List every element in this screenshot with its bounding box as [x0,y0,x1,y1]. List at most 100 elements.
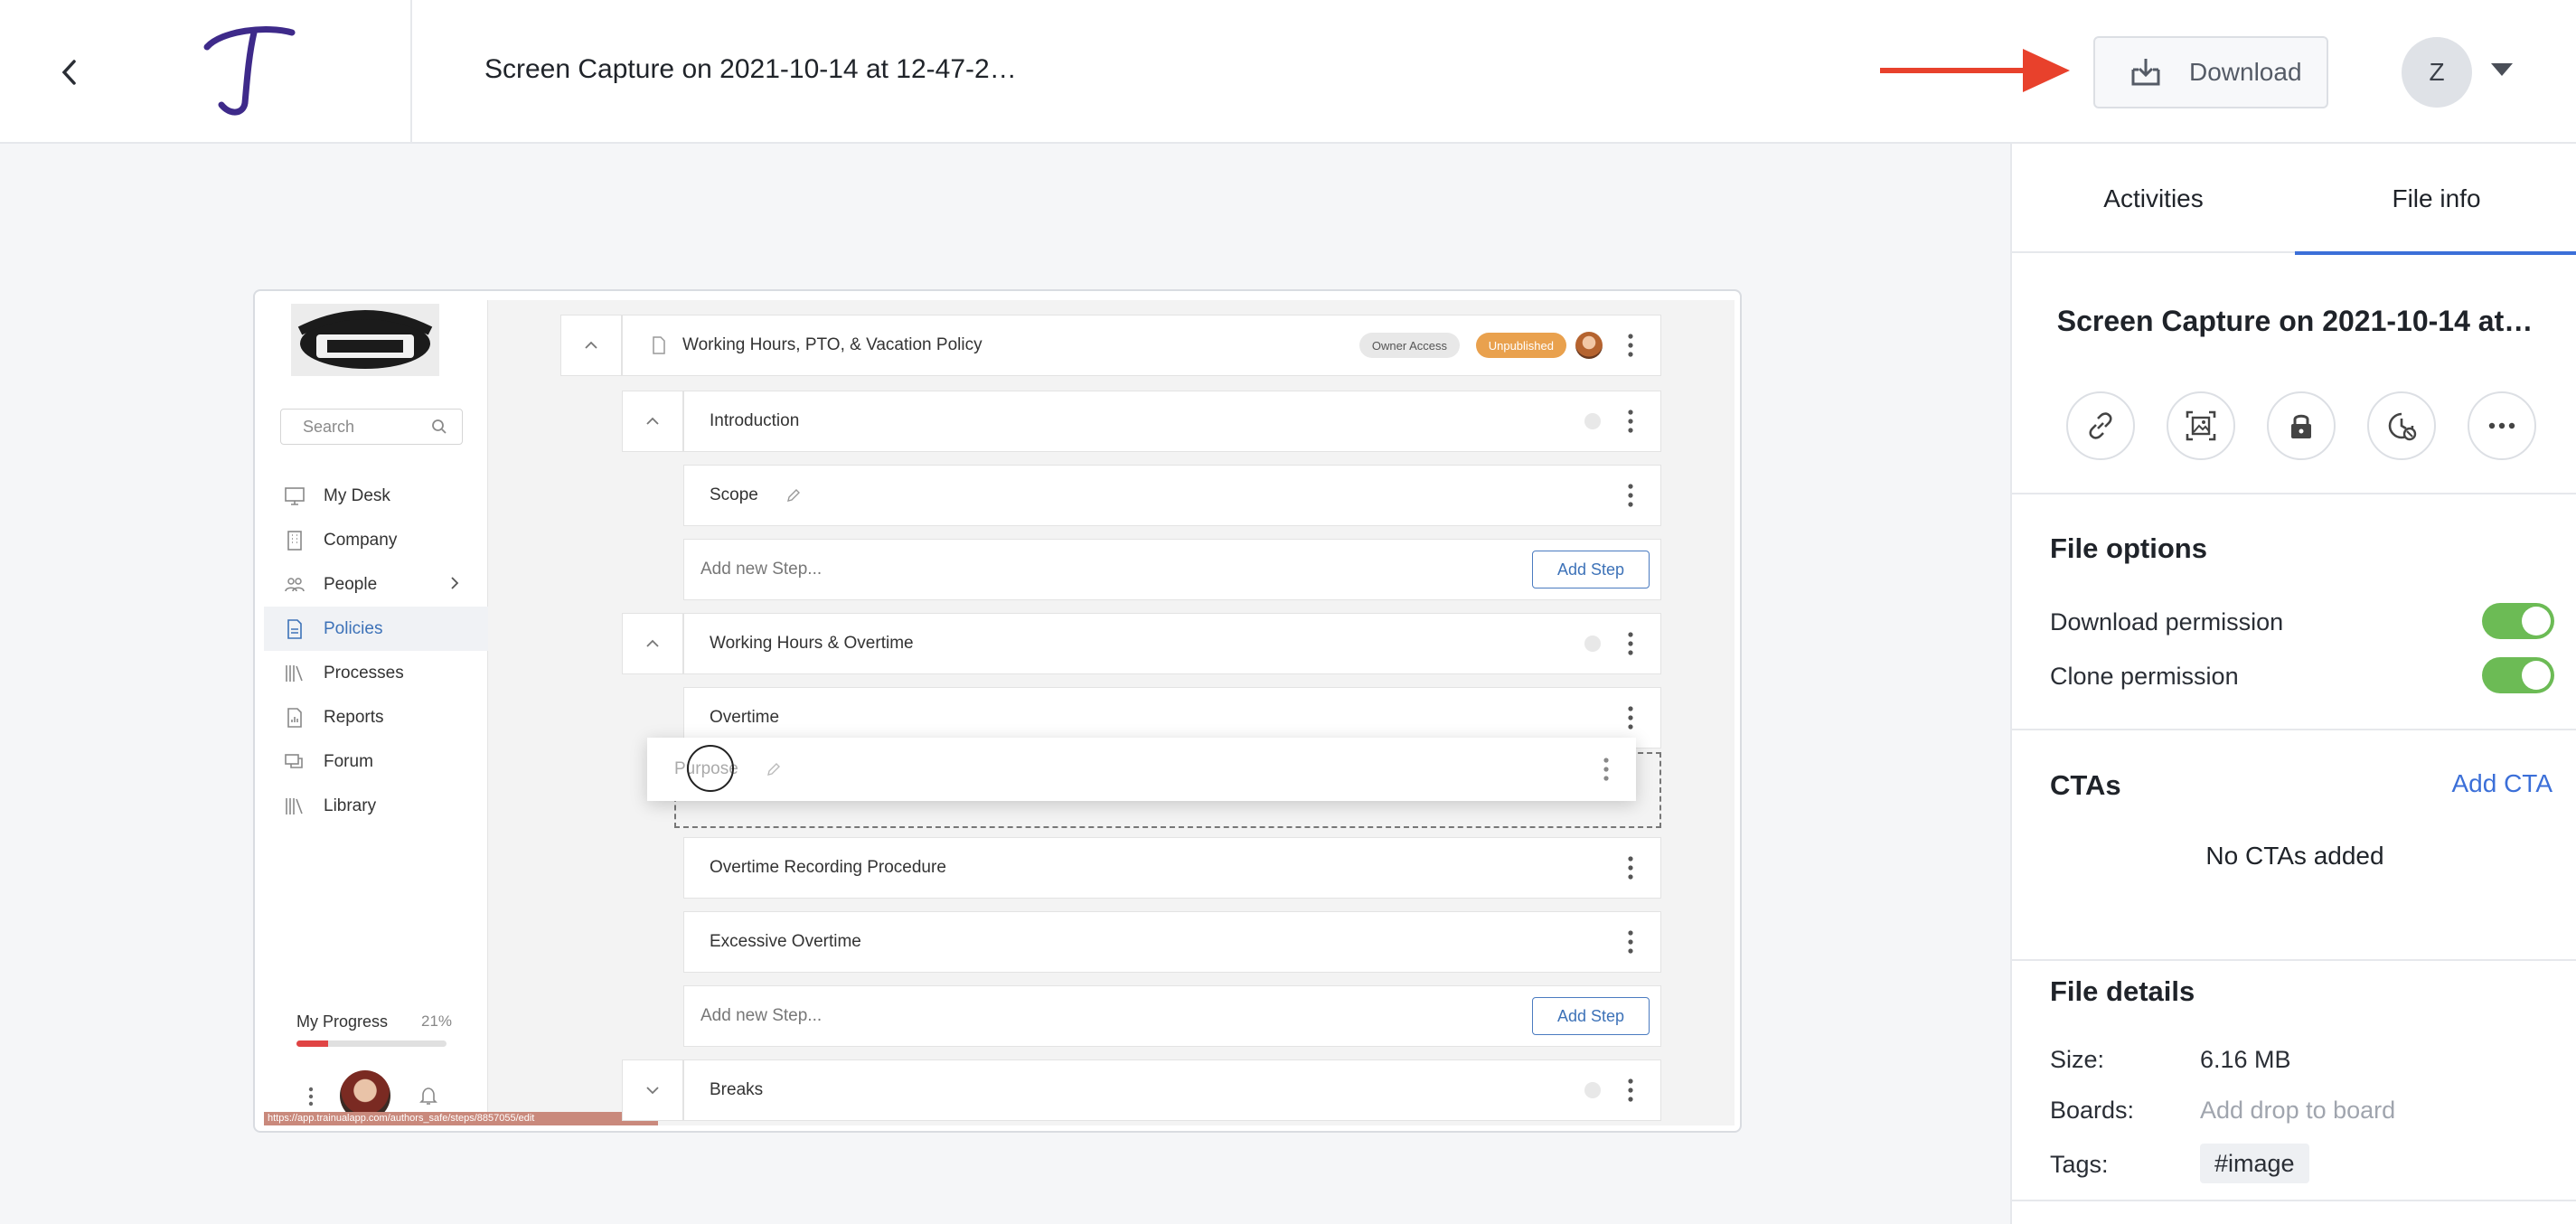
preview-collapse-toggle [560,315,622,376]
preview-step-row: Excessive Overtime [683,911,1661,973]
section-divider [2012,959,2576,961]
preview-section-row: Breaks [683,1059,1661,1121]
user-avatar[interactable]: Z [2402,37,2472,108]
preview-add-step-button: Add Step [1532,551,1650,588]
status-dot [1584,413,1601,429]
report-icon [287,707,302,728]
preview-nav-policies: Policies [264,607,488,651]
back-button[interactable] [47,50,92,95]
preview-step-title: Scope [710,485,758,504]
top-header: Screen Capture on 2021-10-14 at 12-47-2…… [0,0,2576,144]
tags-label: Tags: [2050,1151,2109,1178]
preview-nav-label: Forum [324,751,373,771]
preview-add-step-placeholder: Add new Step... [700,1006,823,1025]
preview-nav-label: Library [324,796,377,815]
copy-link-button[interactable] [2066,391,2135,460]
download-button-label: Download [2189,58,2302,86]
preview-section-title: Breaks [710,1080,764,1099]
preview-nav-reports: Reports [264,695,488,739]
preview-step-row: Scope [683,465,1661,526]
preview-progress-percent: 21% [421,1012,453,1030]
add-cta-link[interactable]: Add CTA [2451,769,2552,798]
file-title: Screen Capture on 2021-10-14 at 12-47-2… [484,54,1017,84]
building-icon [287,530,302,551]
size-value: 6.16 MB [2200,1046,2291,1073]
document-icon [287,618,302,639]
kebab-icon [1628,410,1633,433]
preview-add-step-button: Add Step [1532,997,1650,1035]
download-permission-toggle[interactable] [2482,603,2554,639]
lock-button[interactable] [2267,391,2336,460]
chevron-right-icon [451,577,459,589]
section-divider [2012,1200,2576,1201]
books-icon [286,664,303,682]
central-perk-logo-icon [291,304,439,376]
preview-section-title: Working Hours & Overtime [710,634,914,653]
kebab-icon [1628,930,1633,954]
boards-label: Boards: [2050,1097,2135,1124]
chat-icon [285,753,303,768]
image-frame-icon [2186,410,2216,441]
more-horizontal-icon [2488,422,2515,429]
add-to-board-link[interactable]: Add drop to board [2200,1097,2395,1125]
preview-owner-avatar [1575,332,1603,359]
kebab-icon [1628,632,1633,655]
preview-policy-title: Working Hours, PTO, & Vacation Policy [682,335,982,354]
kebab-icon [1628,706,1633,730]
tag-chip[interactable]: #image [2200,1144,2309,1183]
document-icon [653,336,665,354]
preview-add-step-placeholder: Add new Step... [700,560,823,579]
file-preview: Search My Desk Company People Policies P… [253,289,1742,1133]
preview-step-title: Overtime [710,708,780,727]
kebab-icon [1628,334,1633,357]
download-button[interactable]: Download [2093,36,2328,108]
set-thumbnail-button[interactable] [2167,391,2235,460]
more-options-button[interactable] [2468,391,2536,460]
preview-add-step-row: Add new Step... Add Step [683,539,1661,600]
preview-nav-forum: Forum [264,739,488,784]
preview-collapse-toggle [622,613,683,674]
preview-nav-label: Reports [324,707,384,727]
kebab-icon [1628,484,1633,507]
panel-file-title: Screen Capture on 2021-10-14 at… [2056,305,2534,337]
preview-policy-row: Working Hours, PTO, & Vacation Policy Ow… [622,315,1661,376]
search-icon [432,419,447,434]
tab-activities[interactable]: Activities [2012,144,2295,253]
file-details-title: File details [2050,975,2195,1007]
caret-down-icon[interactable] [2491,63,2513,76]
preview-step-row: Overtime Recording Procedure [683,837,1661,899]
preview-section-row: Introduction [683,391,1661,452]
size-label: Size: [2050,1046,2105,1073]
expiry-button[interactable] [2367,391,2436,460]
preview-search-input: Search [280,409,463,445]
preview-collapse-toggle [622,391,683,452]
panel-tabs: Activities File info [2012,144,2576,255]
preview-nav-label: My Desk [324,485,390,505]
tab-file-info[interactable]: File info [2295,144,2576,255]
preview-progress-bar [296,1040,447,1047]
ctas-title: CTAs [2050,769,2121,801]
preview-add-step-row: Add new Step... Add Step [683,985,1661,1047]
chevron-left-icon [61,60,76,85]
red-arrow-annotation [1880,49,2070,92]
clone-permission-label: Clone permission [2050,663,2239,690]
preview-nav-company: Company [264,518,488,562]
preview-nav-people: People [264,562,488,607]
clock-expire-icon [2388,412,2417,441]
preview-section-title: Introduction [710,411,800,430]
no-ctas-message: No CTAs added [2205,842,2384,870]
owner-access-badge: Owner Access [1359,333,1460,358]
preview-status-url: https://app.trainualapp.com/authors_safe… [264,1112,658,1125]
chevron-up-icon [646,639,659,647]
status-dot [1584,1082,1601,1098]
monitor-icon [285,486,305,505]
preview-nav-label: Processes [324,663,404,683]
trainual-logo-icon [203,26,296,116]
clone-permission-toggle[interactable] [2482,657,2554,693]
preview-nav-processes: Processes [264,651,488,695]
preview-nav: My Desk Company People Policies Processe… [264,474,488,828]
chevron-down-icon [646,1087,659,1095]
pencil-icon [786,489,800,502]
dragging-step-row: Purpose [647,738,1636,801]
bell-icon [419,1087,437,1105]
